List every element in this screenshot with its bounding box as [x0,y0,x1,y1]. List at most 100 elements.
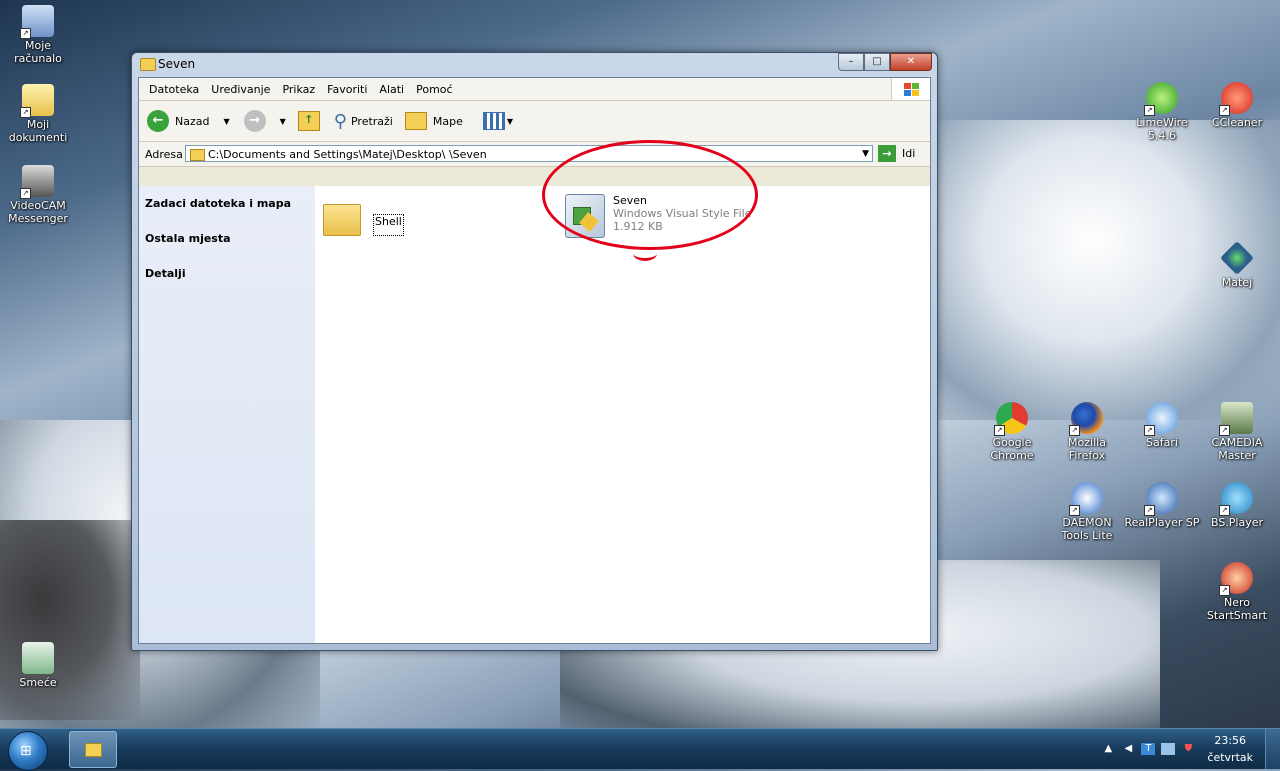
search-icon: ⚲ [333,110,347,132]
webcam-icon: ↗ [20,165,54,199]
taskbar: ⊞ ▲ ◀ T ⛊ 23:56 četvrtak [0,728,1280,771]
volume-icon[interactable]: ◀ [1121,743,1135,755]
chevron-up-icon[interactable]: ▲ [1101,743,1115,755]
desktop-icon-label: Mozilla Firefox [1068,436,1106,462]
input-language-icon[interactable]: T [1141,743,1156,755]
limewire-icon: ↗ [1144,82,1178,116]
desktop-icon-label: Moji dokumenti [8,118,68,144]
desktop-icon-videocam[interactable]: ↗ VideoCAM Messenger [0,165,76,225]
desktop-icon-label: CAMEDIA Master [1211,436,1263,462]
clock[interactable]: 23:56 četvrtak [1207,732,1253,766]
menu-favorites[interactable]: Favoriti [321,83,373,96]
task-pane-other-places[interactable]: Ostala mjesta [139,225,315,260]
address-label: Adresa [145,147,183,161]
security-shield-icon[interactable]: ⛊ [1181,743,1195,755]
chevron-down-icon[interactable]: ▼ [223,117,229,126]
desktop-icon-label: Google Chrome [990,436,1034,462]
menu-view[interactable]: Prikaz [276,83,321,96]
desktop-icon-label: LimeWire 5.4.6 [1136,116,1188,142]
desktop-icon-label: CCleaner [1211,116,1263,129]
desktop-icon-bsplayer[interactable]: ↗ BS.Player [1199,482,1275,529]
back-button[interactable]: ← Nazad ▼ [147,110,230,132]
red-highlight-tail [633,246,657,261]
folder-icon [323,204,361,236]
camedia-icon: ↗ [1219,402,1253,436]
desktop-icon-ccleaner[interactable]: ↗ CCleaner [1199,82,1275,129]
menu-help[interactable]: Pomoć [410,83,458,96]
clock-day: četvrtak [1207,751,1253,764]
file-name: Shell [373,214,404,236]
go-button[interactable]: → Idi [878,145,915,162]
file-list: Shell Seven Windows Visual Style File 1.… [315,186,930,643]
desktop-icon-recycle-bin[interactable]: Smeće [0,642,76,689]
desktop-icon-safari[interactable]: ↗ Safari [1124,402,1200,449]
folder-icon [85,743,102,757]
chevron-down-icon[interactable]: ▼ [862,146,869,163]
start-button[interactable]: ⊞ [8,731,48,771]
firefox-icon: ↗ [1069,402,1103,436]
taskbar-item-explorer[interactable] [69,731,117,768]
up-folder-button[interactable]: ↑ [297,111,320,131]
explorer-window: Seven – □ ✕ Datoteka Uređivanje Prikaz F… [131,52,938,651]
red-highlight-circle [542,140,758,250]
desktop-icon-label: Moje računalo [14,39,62,65]
desktop-icon-label: Matej [1221,276,1253,289]
task-pane-details[interactable]: Detalji [139,260,315,295]
desktop-icon-my-computer[interactable]: ↗ Moje računalo [0,5,76,65]
search-label: Pretraži [350,114,393,128]
search-button[interactable]: ⚲ Pretraži [334,111,393,132]
network-icon[interactable] [1161,743,1176,755]
forward-button[interactable]: → ▼ [243,110,286,132]
menu-edit[interactable]: Uređivanje [205,83,276,96]
views-grid-icon [482,112,505,130]
go-arrow-icon: → [878,145,896,162]
desktop-icon-my-documents[interactable]: ↗ Moji dokumenti [0,84,76,144]
desktop-icon-nero[interactable]: ↗ Nero StartSmart [1199,562,1275,622]
back-arrow-icon: ← [147,110,169,132]
network-user-icon [1220,241,1254,275]
desktop-icon-camedia[interactable]: ↗ CAMEDIA Master [1199,402,1275,462]
task-pane: Zadaci datoteka i mapa Ostala mjesta Det… [139,186,315,643]
documents-folder-icon: ↗ [20,84,54,118]
task-pane-file-tasks[interactable]: Zadaci datoteka i mapa [139,190,315,225]
chevron-down-icon[interactable]: ▼ [280,117,286,126]
desktop-icon-daemon-tools[interactable]: ↗ DAEMON Tools Lite [1049,482,1125,542]
back-label: Nazad [175,114,210,128]
address-input[interactable]: C:\Documents and Settings\Matej\Desktop\… [185,145,873,162]
desktop-icon-label: RealPlayer SP [1124,516,1200,529]
chevron-down-icon: ▼ [506,116,514,126]
file-item-shell[interactable]: Shell [323,198,404,236]
wallpaper-rock [0,520,140,720]
desktop-icon-firefox[interactable]: ↗ Mozilla Firefox [1049,402,1125,462]
show-desktop-button[interactable] [1265,729,1280,769]
folder-icon [190,149,205,161]
desktop-icon-label: Nero StartSmart [1206,596,1268,622]
menu-tools[interactable]: Alati [373,83,410,96]
window-titlebar[interactable]: Seven – □ ✕ [132,53,937,75]
safari-icon: ↗ [1144,402,1178,436]
maximize-button[interactable]: □ [864,53,890,71]
folders-button[interactable]: Mape [404,112,463,130]
folder-up-icon: ↑ [297,111,320,131]
desktop-icon-chrome[interactable]: ↗ Google Chrome [974,402,1050,462]
desktop-icon-realplayer[interactable]: ↗ RealPlayer SP [1124,482,1200,529]
close-button[interactable]: ✕ [890,53,932,71]
folders-icon [404,112,427,130]
desktop-icon-matej[interactable]: Matej [1199,241,1275,289]
forward-arrow-icon: → [243,110,266,132]
menu-file[interactable]: Datoteka [143,83,205,96]
views-button[interactable]: ▼ [482,112,514,130]
minimize-button[interactable]: – [838,53,864,71]
desktop-icon-limewire[interactable]: ↗ LimeWire 5.4.6 [1124,82,1200,142]
recycle-bin-icon [22,642,54,674]
daemon-tools-icon: ↗ [1069,482,1103,516]
folder-icon [140,58,156,71]
go-label: Idi [902,147,916,160]
desktop-icon-label: DAEMON Tools Lite [1061,516,1113,542]
desktop-icon-label: BS.Player [1210,516,1264,529]
desktop-icon-label: Safari [1146,436,1178,449]
windows-logo-icon: ⊞ [20,743,32,759]
nero-icon: ↗ [1219,562,1253,596]
realplayer-icon: ↗ [1144,482,1178,516]
desktop-icon-label: VideoCAM Messenger [8,199,68,225]
